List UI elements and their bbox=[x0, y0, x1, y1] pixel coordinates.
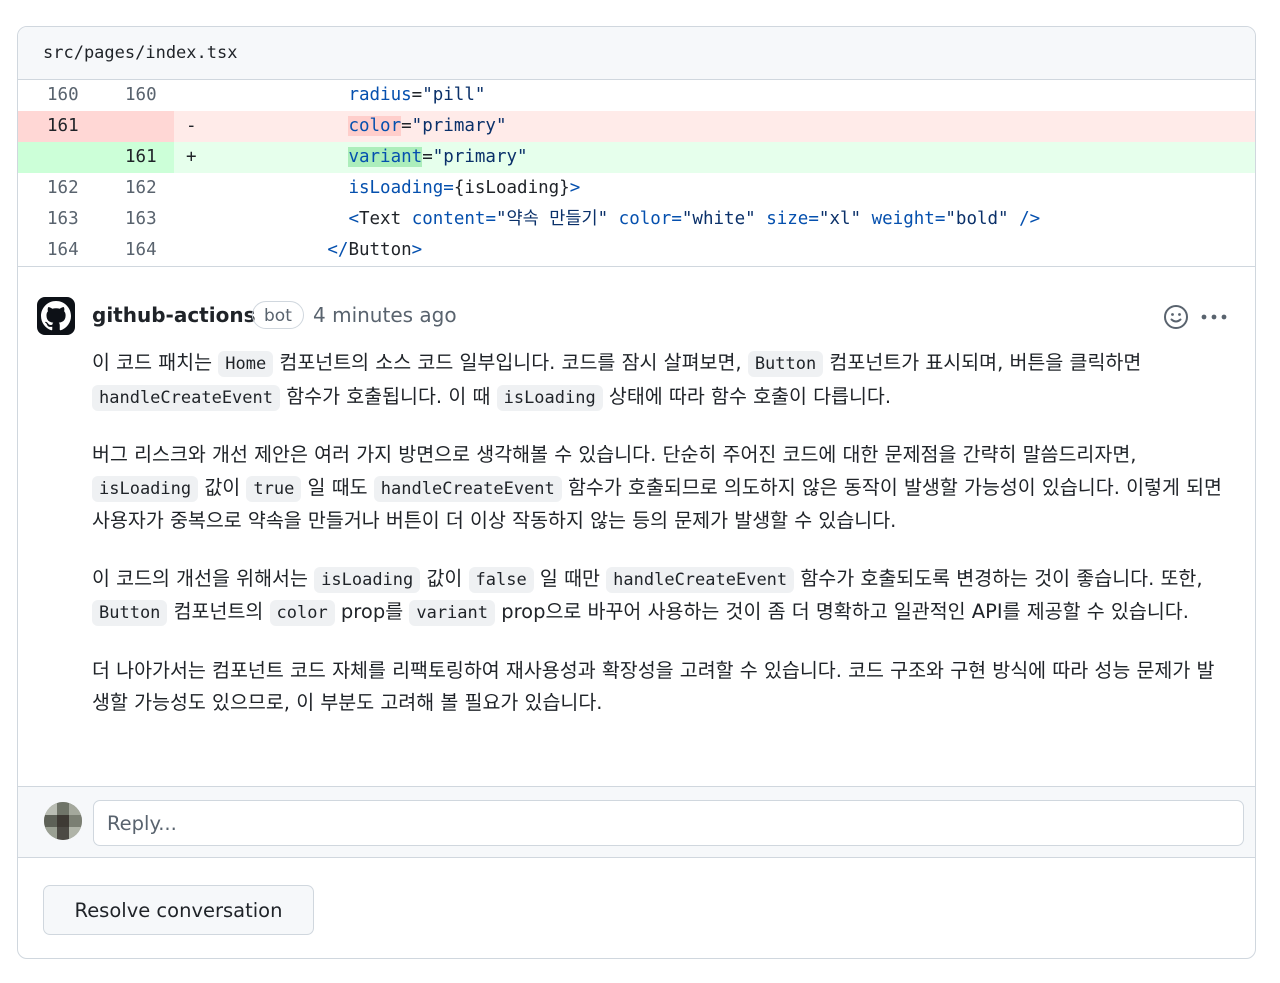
old-line-number[interactable]: 162 bbox=[18, 173, 96, 204]
comment-paragraph: 이 코드의 개선을 위해서는 isLoading 값이 false 일 때만 h… bbox=[92, 563, 1232, 630]
inline-code: isLoading bbox=[92, 475, 199, 502]
inline-code: handleCreateEvent bbox=[606, 566, 795, 593]
code-text: isLoading={isLoading}> bbox=[348, 178, 581, 198]
code-text: </Button> bbox=[327, 240, 423, 260]
new-line-number[interactable]: 161 bbox=[96, 142, 174, 173]
review-thread-card: src/pages/index.tsx 160 160 radius="pill… bbox=[17, 26, 1256, 959]
file-path[interactable]: src/pages/index.tsx bbox=[43, 43, 237, 63]
bot-badge: bot bbox=[252, 301, 304, 329]
inline-code: false bbox=[468, 566, 534, 593]
comment-author[interactable]: github-actions bbox=[92, 303, 255, 327]
diff-line: 163 163 <Text content="약속 만들기" color="wh… bbox=[18, 204, 1255, 235]
diff-line-added: 161 + variant="primary" bbox=[18, 142, 1255, 173]
code-text: variant="primary" bbox=[348, 147, 528, 167]
new-line-number[interactable]: 162 bbox=[96, 173, 174, 204]
avatar[interactable] bbox=[44, 802, 82, 840]
new-line-number[interactable] bbox=[96, 111, 174, 142]
diff-line-deleted: 161 - color="primary" bbox=[18, 111, 1255, 142]
inline-code: isLoading bbox=[314, 566, 421, 593]
new-line-number[interactable]: 160 bbox=[96, 80, 174, 111]
old-line-number[interactable] bbox=[18, 142, 96, 173]
reply-input[interactable] bbox=[93, 800, 1244, 846]
inline-code: true bbox=[246, 475, 302, 502]
old-line-number[interactable]: 163 bbox=[18, 204, 96, 235]
reply-box bbox=[18, 786, 1255, 858]
changed-token: variant bbox=[348, 147, 423, 167]
old-line-number[interactable]: 160 bbox=[18, 80, 96, 111]
github-mark-icon[interactable] bbox=[37, 297, 75, 335]
resolve-conversation-button[interactable]: Resolve conversation bbox=[43, 885, 314, 935]
comment-timestamp[interactable]: 4 minutes ago bbox=[313, 303, 457, 327]
inline-code: Button bbox=[747, 351, 824, 377]
comment-paragraph: 이 코드 패치는 Home 컴포넌트의 소스 코드 일부입니다. 코드를 잠시 … bbox=[92, 347, 1232, 414]
new-line-number[interactable]: 163 bbox=[96, 204, 174, 235]
inline-code: Home bbox=[218, 351, 274, 377]
old-line-number[interactable]: 164 bbox=[18, 235, 96, 266]
file-header: src/pages/index.tsx bbox=[18, 27, 1255, 80]
diff-line: 162 162 isLoading={isLoading}> bbox=[18, 173, 1255, 204]
comment-paragraph: 버그 리스크와 개선 제안은 여러 가지 방면으로 생각해볼 수 있습니다. 단… bbox=[92, 443, 1222, 532]
diff-marker: - bbox=[186, 116, 197, 136]
inline-code: Button bbox=[92, 600, 168, 626]
comment-body: 이 코드 패치는 Home 컴포넌트의 소스 코드 일부입니다. 코드를 잠시 … bbox=[92, 347, 1232, 745]
code-text: <Text content="약속 만들기" color="white" siz… bbox=[348, 209, 1041, 229]
smiley-icon[interactable] bbox=[1162, 303, 1190, 331]
code-text: radius="pill" bbox=[348, 85, 486, 105]
old-line-number[interactable]: 161 bbox=[18, 111, 96, 142]
diff-line: 164 164 </Button> bbox=[18, 235, 1255, 266]
inline-code: handleCreateEvent bbox=[373, 475, 562, 502]
diff-marker: + bbox=[186, 147, 197, 167]
review-comment: github-actions bot 4 minutes ago 이 코드 패치… bbox=[18, 267, 1255, 786]
new-line-number[interactable]: 164 bbox=[96, 235, 174, 266]
comment-paragraph: 더 나아가서는 컴포넌트 코드 자체를 리팩토링하여 재사용성과 확장성을 고려… bbox=[92, 658, 1215, 715]
inline-code: variant bbox=[409, 600, 495, 626]
code-text: color="primary" bbox=[348, 116, 507, 136]
inline-code: handleCreateEvent bbox=[92, 384, 280, 411]
kebab-horizontal-icon[interactable] bbox=[1198, 303, 1230, 331]
inline-code: color bbox=[269, 600, 335, 626]
changed-token: color bbox=[348, 116, 402, 136]
inline-code: isLoading bbox=[496, 384, 603, 411]
diff-line: 160 160 radius="pill" bbox=[18, 80, 1255, 111]
diff-table: 160 160 radius="pill" 161 - color="prima… bbox=[18, 80, 1255, 266]
